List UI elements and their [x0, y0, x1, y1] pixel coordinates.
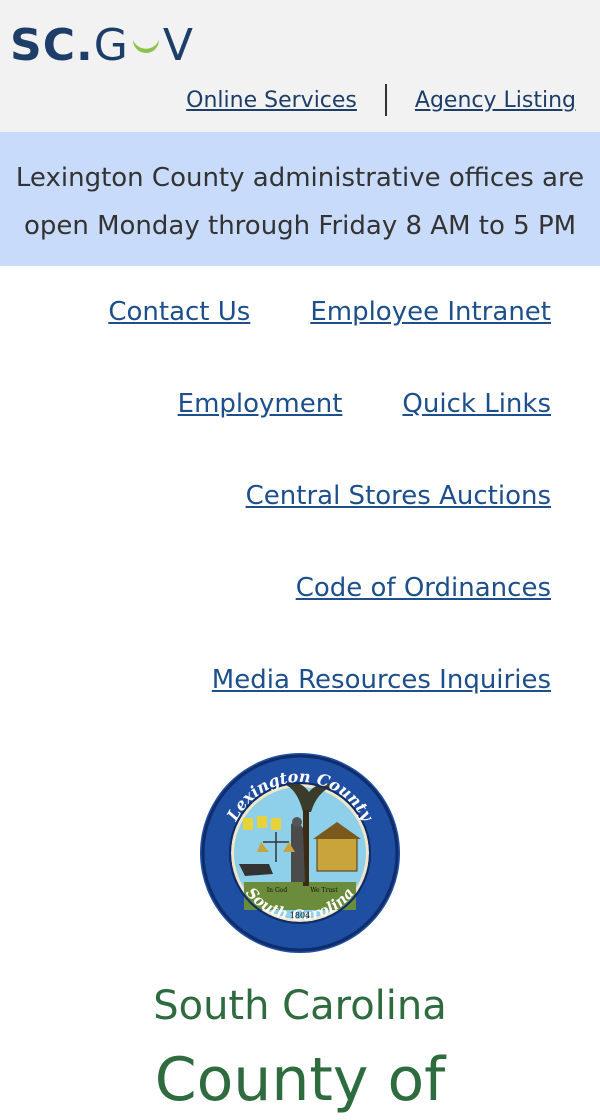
office-hours-notice: Lexington County administrative offices … — [0, 132, 600, 266]
notice-line-2: open Monday through Friday 8 AM to 5 PM — [23, 211, 577, 241]
central-stores-auctions-link[interactable]: Central Stores Auctions — [246, 472, 551, 520]
header-links: Online Services Agency Listing — [186, 82, 576, 118]
state-title: South Carolina — [153, 983, 447, 1029]
logo-v-text: V — [162, 20, 194, 71]
county-seal[interactable]: Lexington County South Carolina In God W… — [199, 752, 401, 954]
nav-row: Employment Quick Links — [11, 380, 551, 472]
seal-motto-left: In God — [267, 887, 288, 894]
header-link-divider — [384, 84, 387, 116]
contact-us-link[interactable]: Contact Us — [108, 288, 250, 336]
scgov-logo[interactable]: SC.G V — [10, 22, 194, 70]
utility-nav: Contact Us Employee Intranet Employment … — [11, 288, 551, 748]
code-of-ordinances-link[interactable]: Code of Ordinances — [296, 564, 551, 612]
logo-dot: . — [75, 20, 94, 71]
employee-intranet-link[interactable]: Employee Intranet — [310, 288, 551, 336]
county-seal-graphic: Lexington County South Carolina In God W… — [200, 753, 400, 953]
nav-row: Contact Us Employee Intranet — [11, 288, 551, 380]
online-services-link[interactable]: Online Services — [186, 88, 357, 113]
logo-sc-text: SC — [10, 20, 76, 71]
seal-year: 1804 — [290, 911, 310, 920]
media-resources-inquiries-link[interactable]: Media Resources Inquiries — [212, 656, 551, 704]
nav-row: Media Resources Inquiries — [11, 656, 551, 748]
agency-listing-link[interactable]: Agency Listing — [415, 88, 576, 113]
notice-line-1: Lexington County administrative offices … — [15, 163, 585, 193]
header-bar: SC.G V Online Services Agency Listing — [0, 0, 600, 132]
nav-row: Code of Ordinances — [11, 564, 551, 656]
seal-motto-right: We Trust — [310, 887, 338, 894]
quick-links-link[interactable]: Quick Links — [402, 380, 551, 428]
logo-g-text: G — [93, 20, 129, 71]
nav-row: Central Stores Auctions — [11, 472, 551, 564]
county-title: County of — [154, 1045, 446, 1115]
notice-text: Lexington County administrative offices … — [0, 154, 600, 250]
employment-link[interactable]: Employment — [178, 380, 343, 428]
crescent-moon-icon — [129, 22, 163, 66]
